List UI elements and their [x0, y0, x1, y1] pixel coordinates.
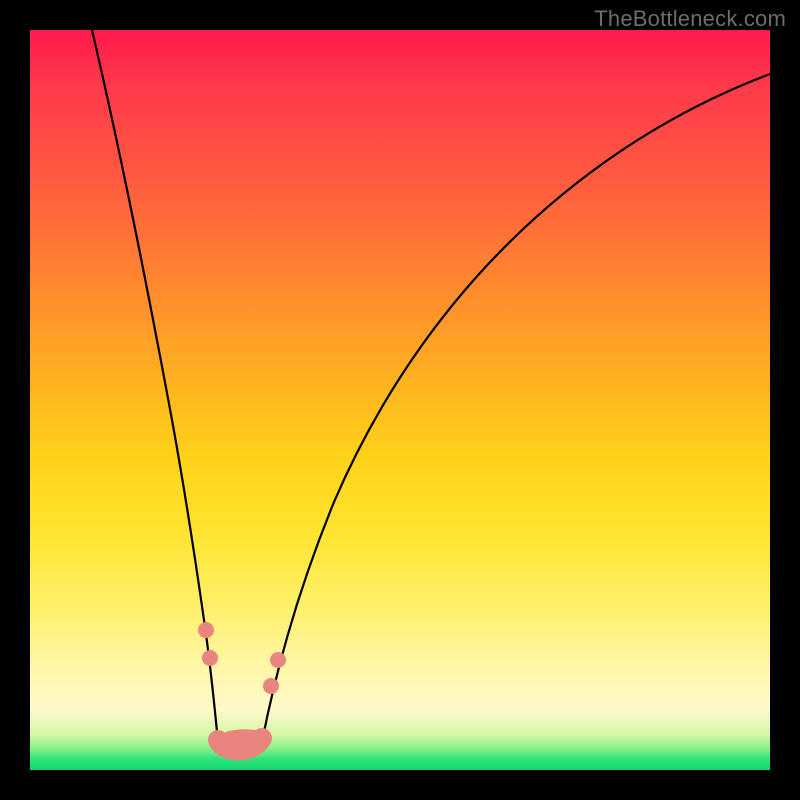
- bottleneck-curve-left: [92, 30, 218, 742]
- chart-stage: TheBottleneck.com: [0, 0, 800, 800]
- plot-area: [30, 30, 770, 770]
- marker-dot: [198, 622, 214, 638]
- watermark-text: TheBottleneck.com: [594, 6, 786, 32]
- bottleneck-curve-right: [262, 74, 770, 742]
- marker-dot: [202, 650, 218, 666]
- marker-dot: [270, 652, 286, 668]
- marker-dot: [263, 678, 279, 694]
- curve-layer: [30, 30, 770, 770]
